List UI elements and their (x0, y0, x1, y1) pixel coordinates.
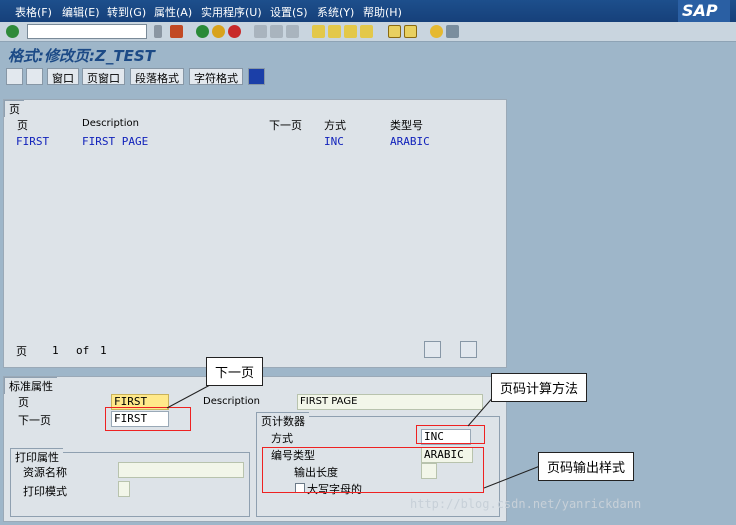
menu-help[interactable]: 帮助(H) (363, 4, 402, 20)
resource-name-field[interactable] (118, 462, 244, 478)
description-label: Description (203, 396, 260, 407)
watermark: http://blog.csdn.net/yanrickdann (410, 497, 642, 511)
print-mode-label: 打印模式 (23, 485, 67, 498)
standard-toolbar (0, 22, 736, 42)
cancel-icon[interactable] (228, 25, 241, 38)
menu-goto[interactable]: 转到(G) (107, 4, 146, 20)
page-counter-tab: 页计数器 (256, 412, 309, 429)
delete-page-icon[interactable] (460, 341, 477, 358)
menu-bar: 表格(F) 编辑(E) 转到(G) 属性(A) 实用程序(U) 设置(S) 系统… (0, 0, 736, 22)
find-icon[interactable] (270, 25, 283, 38)
create-page-icon[interactable] (424, 341, 441, 358)
page-label: 页 (18, 396, 29, 409)
paragraph-formats-button[interactable]: 段落格式 (130, 68, 184, 85)
pages-panel-tab: 页 (4, 100, 24, 117)
menu-attributes[interactable]: 属性(A) (154, 4, 192, 20)
pager-current: 1 (52, 344, 59, 357)
menu-edit[interactable]: 编辑(E) (62, 4, 100, 20)
page-title: 格式:修改页:Z_TEST (8, 47, 155, 65)
column-header-page: 页 (17, 119, 28, 132)
sap-logo: SAP (678, 0, 730, 22)
pages-panel: 页 页 Description 下一页 方式 类型号 FIRST FIRST P… (3, 99, 507, 368)
menu-utilities[interactable]: 实用程序(U) (201, 4, 262, 20)
first-page-icon[interactable] (312, 25, 325, 38)
print-icon[interactable] (254, 25, 267, 38)
print-attributes-group: 打印属性 资源名称 打印模式 (10, 448, 250, 517)
column-header-description: Description (82, 118, 139, 129)
column-header-type: 类型号 (390, 119, 423, 132)
row-page: FIRST (16, 135, 50, 148)
application-toolbar: 窗口 页窗口 段落格式 字符格式 (0, 66, 736, 88)
callout-next-page: 下一页 (206, 357, 264, 386)
enter-icon[interactable] (6, 25, 19, 38)
menu-settings[interactable]: 设置(S) (270, 4, 308, 20)
arrow-left-icon[interactable] (154, 25, 162, 38)
pager-of: of (76, 344, 90, 357)
layout-menu-icon[interactable] (446, 25, 459, 38)
highlight-output-style (262, 447, 484, 493)
back-icon[interactable] (196, 25, 209, 38)
menu-table[interactable]: 表格(F) (15, 4, 52, 20)
print-mode-field[interactable] (118, 481, 130, 497)
help-icon[interactable] (430, 25, 443, 38)
page-windows-button[interactable]: 页窗口 (82, 68, 125, 85)
description-field[interactable]: FIRST PAGE (297, 394, 483, 410)
previous-page-icon[interactable] (328, 25, 341, 38)
info-icon[interactable] (248, 68, 265, 85)
shortcut-icon[interactable] (404, 25, 417, 38)
standard-attributes-tab: 标准属性 (4, 377, 57, 394)
column-header-next-page: 下一页 (269, 119, 302, 132)
pager-total: 1 (100, 344, 107, 357)
new-session-icon[interactable] (388, 25, 401, 38)
character-formats-button[interactable]: 字符格式 (189, 68, 243, 85)
highlight-counter-mode (416, 425, 485, 444)
highlight-next-page (105, 407, 191, 431)
save-icon[interactable] (170, 25, 183, 38)
find-next-icon[interactable] (286, 25, 299, 38)
column-header-mode: 方式 (324, 119, 346, 132)
callout-counter-method: 页码计算方法 (491, 373, 588, 402)
exit-icon[interactable] (212, 25, 225, 38)
print-attributes-tab: 打印属性 (10, 448, 63, 465)
row-description: FIRST PAGE (82, 135, 149, 148)
menu-system[interactable]: 系统(Y) (317, 4, 354, 20)
display-icon[interactable] (6, 68, 23, 85)
callout-output-style: 页码输出样式 (538, 452, 635, 481)
next-page-label: 下一页 (18, 414, 51, 427)
last-page-icon[interactable] (360, 25, 373, 38)
counter-mode-label: 方式 (271, 432, 293, 445)
row-type: ARABIC (390, 135, 430, 148)
print-preview-icon[interactable] (26, 68, 43, 85)
command-field[interactable] (27, 24, 147, 39)
next-page-icon[interactable] (344, 25, 357, 38)
row-mode: INC (324, 135, 344, 148)
pager-label: 页 (16, 345, 27, 358)
windows-button[interactable]: 窗口 (47, 68, 79, 85)
resource-name-label: 资源名称 (23, 466, 67, 479)
